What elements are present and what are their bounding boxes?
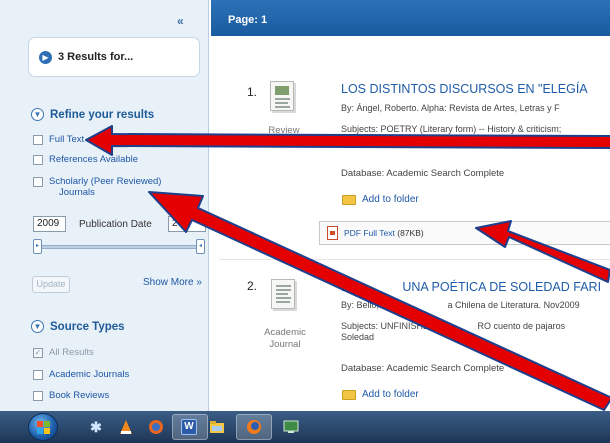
source-types-header[interactable]: ▼ Source Types	[31, 320, 125, 333]
result-subjects-continued: Soledad	[341, 332, 375, 342]
result-byline: By: Bello, Jav a Chilena de Literatura. N…	[341, 300, 580, 310]
folder-icon	[342, 194, 356, 205]
word-icon[interactable]: W	[181, 419, 197, 435]
slider-left-handle[interactable]: ▸	[33, 239, 42, 254]
results-summary-box: ▶ 3 Results for...	[28, 37, 200, 77]
filter-references-available[interactable]: References Available	[33, 154, 138, 165]
filter-full-text[interactable]: Full Text	[33, 134, 84, 145]
all-results-label[interactable]: All Results	[49, 347, 94, 358]
result-subjects: Subjects: POETRY (Literary form) -- Hist…	[341, 124, 562, 134]
update-button[interactable]: Update	[32, 276, 70, 293]
show-more-link[interactable]: Show More »	[143, 277, 202, 288]
pdf-full-text-link[interactable]: PDF Full Text (87KB)	[344, 228, 424, 238]
add-to-folder-link[interactable]: Add to folder	[342, 194, 419, 205]
refine-sidebar: « ▶ 3 Results for... ▼ Refine your resul…	[0, 0, 209, 411]
pdf-size-label: (87KB)	[397, 228, 424, 238]
results-count-label: 3 Results for...	[58, 51, 134, 63]
result-database: Database: Academic Search Complete	[341, 363, 505, 374]
result-title-link[interactable]: HA UNA POÉTICA DE SOLEDAD FARI	[341, 280, 601, 294]
firefox-icon[interactable]	[148, 419, 164, 435]
source-all-results[interactable]: ✓ All Results	[33, 347, 94, 358]
results-header-bar: Page: 1	[211, 0, 610, 36]
refine-results-title: Refine your results	[50, 108, 155, 121]
monitor-app-icon[interactable]	[283, 419, 299, 435]
results-list: 1. Review LOS DISTINTOS DISCURSOS EN "EL…	[211, 36, 610, 411]
explorer-folder-icon[interactable]	[209, 419, 225, 435]
scholarly-label[interactable]: Scholarly (Peer Reviewed) Journals	[49, 176, 161, 198]
book-reviews-checkbox[interactable]	[33, 391, 43, 401]
publication-date-label: Publication Date	[79, 219, 152, 230]
add-to-folder-link[interactable]: Add to folder	[342, 389, 419, 400]
windows-start-icon[interactable]	[28, 413, 58, 441]
end-year-input[interactable]: 201	[168, 216, 206, 232]
all-results-checkbox[interactable]: ✓	[33, 348, 43, 358]
filter-scholarly-journals[interactable]: Scholarly (Peer Reviewed) Journals	[33, 176, 161, 198]
source-academic-journals[interactable]: Academic Journals	[33, 369, 129, 380]
windows-taskbar: ✱ W	[0, 411, 610, 443]
review-document-icon[interactable]	[270, 81, 294, 111]
source-book-reviews[interactable]: Book Reviews	[33, 390, 109, 401]
result-subjects-continued: Enrique, MISTRAL, Gabriela, 1889-1957	[341, 135, 505, 145]
result-subjects: Subjects: UNFINISHED RO cuento de pajaros	[341, 321, 566, 331]
academic-journals-label[interactable]: Academic Journals	[49, 369, 129, 380]
date-range-slider[interactable]	[35, 245, 203, 249]
chevron-down-icon[interactable]: ▼	[31, 108, 44, 121]
result-title-link[interactable]: LOS DISTINTOS DISCURSOS EN "ELEGÍA	[341, 82, 588, 96]
page-number-label: Page: 1	[228, 14, 268, 26]
expand-arrow-icon[interactable]: ▶	[39, 50, 52, 64]
pdf-icon[interactable]	[327, 226, 338, 240]
pdf-full-text-box: PDF Full Text (87KB)	[319, 221, 610, 245]
result-type-label: Academic Journal	[264, 327, 306, 350]
references-label[interactable]: References Available	[49, 154, 138, 165]
scholarly-checkbox[interactable]	[33, 177, 43, 187]
academic-journals-checkbox[interactable]	[33, 370, 43, 380]
chevron-down-icon[interactable]: ▼	[31, 320, 44, 333]
result-number: 2.	[247, 279, 258, 293]
result-type-label: Review	[268, 125, 300, 136]
full-text-checkbox[interactable]	[33, 135, 43, 145]
source-types-title: Source Types	[50, 320, 125, 333]
start-year-input[interactable]: 2009	[33, 216, 66, 232]
vlc-icon[interactable]	[118, 419, 134, 435]
collapse-sidebar-icon[interactable]: «	[177, 14, 184, 28]
folder-icon	[342, 389, 356, 400]
result-number: 1.	[247, 85, 258, 99]
refine-results-header[interactable]: ▼ Refine your results	[31, 108, 154, 121]
slider-right-handle[interactable]: ◂	[196, 239, 205, 254]
bluetooth-icon[interactable]: ✱	[88, 419, 104, 435]
book-reviews-label[interactable]: Book Reviews	[49, 390, 109, 401]
result-byline: By: Ángel, Roberto. Alpha: Revista de Ar…	[341, 103, 560, 113]
references-checkbox[interactable]	[33, 155, 43, 165]
full-text-label[interactable]: Full Text	[49, 134, 84, 145]
result-divider	[219, 259, 610, 260]
result-database: Database: Academic Search Complete	[341, 168, 505, 179]
academic-journal-icon[interactable]	[271, 279, 295, 309]
firefox-icon[interactable]	[246, 419, 262, 435]
